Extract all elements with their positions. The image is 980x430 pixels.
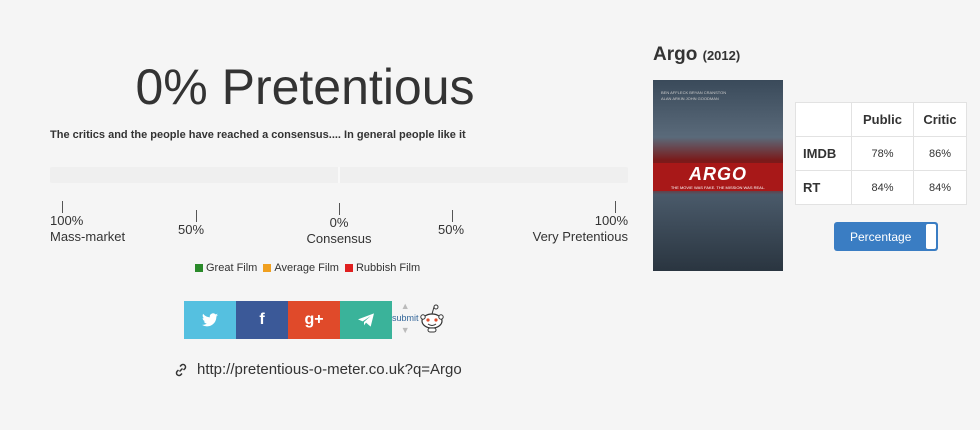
share-buttons: f g+ (184, 301, 392, 339)
ratings-header-critic: Critic (912, 102, 968, 137)
scale-tick (615, 201, 616, 213)
film-legend: Great Film Average Film Rubbish Film (195, 262, 420, 274)
ratings-critic-value: 86% (912, 136, 968, 171)
reddit-submit-widget[interactable]: ▲ submit ▼ (392, 300, 445, 336)
poster-credit-line: ALAN ARKIN JOHN GOODMAN (661, 96, 719, 101)
facebook-icon: f (259, 311, 265, 328)
scale-label: Very Pretentious (532, 229, 628, 244)
scale-very-pretentious: 100% Very Pretentious (526, 201, 628, 245)
pretentious-score-headline: 0% Pretentious (135, 59, 475, 115)
share-link[interactable]: http://pretentious-o-meter.co.uk?q=Argo (173, 361, 462, 378)
table-row: IMDB 78% 86% (795, 136, 968, 171)
legend-label: Great Film (206, 262, 258, 274)
legend-average-film: Average Film (263, 262, 339, 274)
toggle-label: Percentage (850, 229, 912, 244)
film-title: Argo (2012) (653, 44, 740, 66)
ratings-header-public: Public (851, 102, 914, 137)
ratings-public-value: 84% (851, 170, 914, 205)
film-year: (2012) (702, 48, 741, 63)
scale-tick (452, 210, 453, 222)
legend-label: Rubbish Film (355, 262, 421, 274)
scale-label: Mass-market (50, 229, 126, 244)
telegram-icon (358, 313, 374, 327)
ratings-corner (795, 102, 852, 137)
twitter-icon (202, 313, 218, 327)
ratings-table: Public Critic IMDB 78% 86% RT 84% 84% (795, 102, 968, 205)
scale-value: 50% (438, 222, 465, 237)
scale-value: 100% (594, 213, 628, 228)
reddit-submit-label[interactable]: submit (392, 312, 419, 324)
percentage-toggle[interactable]: Percentage (834, 222, 938, 251)
scale-tick (339, 203, 340, 215)
ratings-source: RT (795, 170, 852, 205)
scale-tick (62, 201, 63, 213)
scale-left-mid: 50% (178, 210, 204, 238)
ratings-source: IMDB (795, 136, 852, 171)
poster-tagline: THE MOVIE WAS FAKE. THE MISSION WAS REAL… (670, 185, 766, 190)
scale-right-mid: 50% (438, 210, 464, 238)
toggle-knob[interactable] (926, 224, 936, 249)
poster-title: ARGO (689, 164, 747, 184)
scale-consensus: 0% Consensus (304, 203, 374, 247)
scale-label: Consensus (306, 231, 372, 246)
scale-value: 50% (178, 222, 205, 237)
legend-label: Average Film (274, 262, 339, 274)
reddit-vote-arrows[interactable]: ▲ submit ▼ (392, 300, 419, 336)
legend-swatch (195, 264, 203, 272)
meter-center-divider (338, 167, 340, 183)
scale-value: 100% (50, 213, 84, 228)
ratings-header-row: Public Critic (795, 102, 968, 137)
reddit-alien-icon[interactable] (419, 303, 445, 333)
google-plus-share-button[interactable]: g+ (288, 301, 340, 339)
link-icon (175, 363, 187, 376)
google-plus-icon: g+ (304, 311, 324, 328)
share-url[interactable]: http://pretentious-o-meter.co.uk?q=Argo (197, 361, 462, 378)
legend-rubbish-film: Rubbish Film (344, 262, 421, 274)
film-name: Argo (653, 44, 698, 65)
scale-value: 0% (329, 215, 349, 230)
downvote-icon[interactable]: ▼ (401, 324, 410, 336)
pretentious-meter-bar (50, 167, 628, 183)
table-row: RT 84% 84% (795, 170, 968, 205)
telegram-share-button[interactable] (340, 301, 392, 339)
legend-great-film: Great Film (195, 262, 257, 274)
scale-tick (196, 210, 197, 222)
consensus-text: The critics and the people have reached … (50, 129, 466, 141)
scale-mass-market: 100% Mass-market (50, 201, 125, 245)
twitter-share-button[interactable] (184, 301, 236, 339)
facebook-share-button[interactable]: f (236, 301, 288, 339)
legend-swatch (263, 264, 272, 272)
legend-swatch (344, 264, 353, 272)
ratings-public-value: 78% (851, 136, 914, 171)
poster-title-band: ARGO THE MOVIE WAS FAKE. THE MISSION WAS… (653, 163, 783, 191)
upvote-icon[interactable]: ▲ (401, 300, 410, 312)
ratings-critic-value: 84% (912, 170, 968, 205)
poster-credits: BEN AFFLECK BRYAN CRANSTON ALAN ARKIN JO… (661, 90, 726, 102)
film-poster: BEN AFFLECK BRYAN CRANSTON ALAN ARKIN JO… (653, 80, 783, 271)
